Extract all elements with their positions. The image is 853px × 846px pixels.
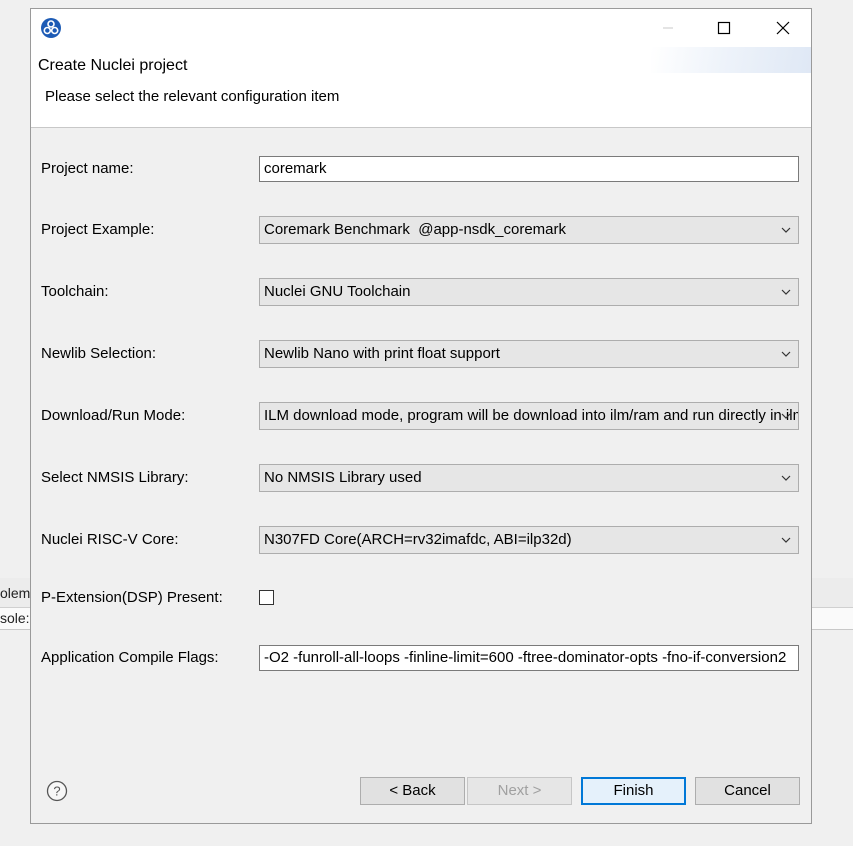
chevron-down-icon: [781, 475, 791, 481]
dialog-header: Create Nuclei project Please select the …: [31, 9, 811, 128]
chevron-down-icon: [781, 289, 791, 295]
p-extension-label: P-Extension(DSP) Present:: [41, 589, 223, 606]
newlib-label: Newlib Selection:: [41, 345, 157, 362]
newlib-value: Newlib Nano with print float support: [264, 345, 500, 362]
svg-text:?: ?: [53, 784, 60, 799]
nuclei-logo-icon: [41, 18, 61, 38]
toolchain-select[interactable]: Nuclei GNU Toolchain: [259, 278, 799, 306]
create-project-dialog: Create Nuclei project Please select the …: [30, 8, 812, 824]
dialog-subtitle: Please select the relevant configuration…: [45, 88, 340, 105]
toolchain-label: Toolchain:: [41, 283, 109, 300]
dialog-title: Create Nuclei project: [38, 57, 188, 74]
compile-flags-label: Application Compile Flags:: [41, 649, 219, 666]
nmsis-library-select[interactable]: No NMSIS Library used: [259, 464, 799, 492]
background-tab-label: olem: [0, 585, 31, 601]
download-mode-value: ILM download mode, program will be downl…: [264, 407, 799, 424]
nmsis-library-value: No NMSIS Library used: [264, 469, 422, 486]
download-mode-label: Download/Run Mode:: [41, 407, 186, 424]
download-mode-select[interactable]: ILM download mode, program will be downl…: [259, 402, 799, 430]
riscv-core-value: N307FD Core(ARCH=rv32imafdc, ABI=ilp32d): [264, 531, 572, 548]
finish-button[interactable]: Finish: [581, 777, 686, 805]
minimize-button[interactable]: [645, 13, 691, 43]
toolchain-value: Nuclei GNU Toolchain: [264, 283, 411, 300]
nmsis-library-label: Select NMSIS Library:: [41, 469, 189, 486]
riscv-core-label: Nuclei RISC-V Core:: [41, 531, 179, 548]
chevron-down-icon: [781, 227, 791, 233]
close-button[interactable]: [760, 13, 806, 43]
close-icon: [776, 21, 790, 35]
newlib-select[interactable]: Newlib Nano with print float support: [259, 340, 799, 368]
cancel-button[interactable]: Cancel: [695, 777, 800, 805]
riscv-core-select[interactable]: N307FD Core(ARCH=rv32imafdc, ABI=ilp32d): [259, 526, 799, 554]
project-name-input[interactable]: coremark: [259, 156, 799, 182]
compile-flags-input[interactable]: -O2 -funroll-all-loops -finline-limit=60…: [259, 645, 799, 671]
project-name-label: Project name:: [41, 160, 134, 177]
next-button[interactable]: Next >: [467, 777, 572, 805]
maximize-button[interactable]: [701, 13, 747, 43]
chevron-down-icon: [781, 351, 791, 357]
background-console-label: sole:: [0, 610, 30, 626]
maximize-icon: [717, 21, 731, 35]
p-extension-checkbox[interactable]: [259, 590, 274, 605]
project-example-value: Coremark Benchmark @app-nsdk_coremark: [264, 221, 566, 238]
project-example-label: Project Example:: [41, 221, 155, 238]
header-banner: [651, 47, 811, 73]
chevron-down-icon: [781, 537, 791, 543]
project-example-select[interactable]: Coremark Benchmark @app-nsdk_coremark: [259, 216, 799, 244]
help-icon[interactable]: ?: [46, 780, 68, 802]
minimize-icon: [663, 27, 673, 29]
back-button[interactable]: < Back: [360, 777, 465, 805]
chevron-down-icon: [781, 413, 791, 419]
